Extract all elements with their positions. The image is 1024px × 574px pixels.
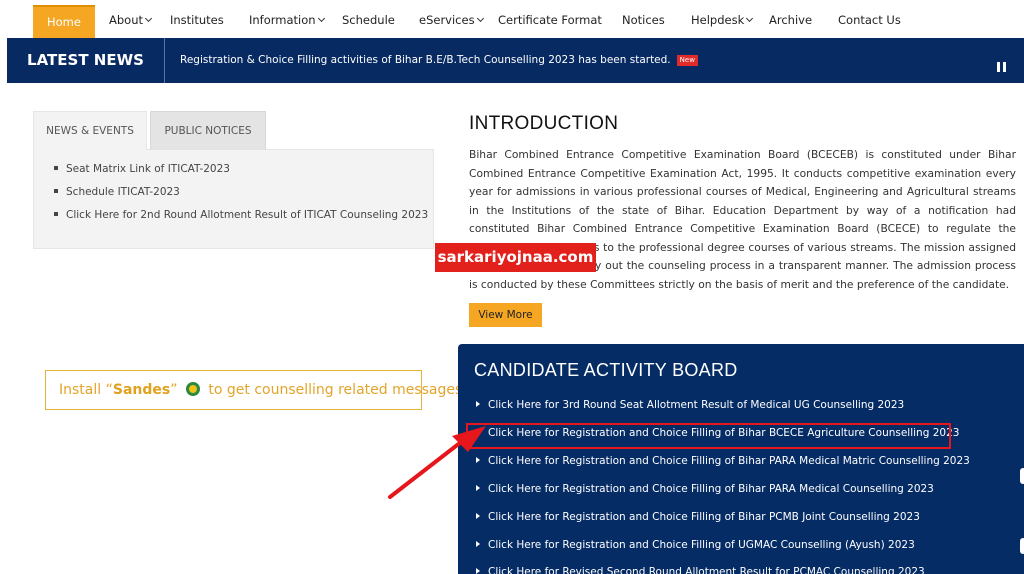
bullet-icon <box>54 189 58 193</box>
nav-information[interactable]: Information <box>249 5 325 38</box>
tab-news-events[interactable]: NEWS & EVENTS <box>33 111 147 150</box>
chevron-down-icon <box>476 14 484 23</box>
board-title: CANDIDATE ACTIVITY BOARD <box>474 360 738 380</box>
nav-certificate-format[interactable]: Certificate Format <box>498 5 602 38</box>
latest-news-bar: LATEST NEWS Registration & Choice Fillin… <box>7 38 1024 83</box>
caret-right-icon <box>476 513 480 519</box>
news-ticker-link[interactable]: Registration & Choice Filling activities… <box>180 38 698 83</box>
chevron-down-icon <box>746 14 754 23</box>
activity-link[interactable]: Click Here for Registration and Choice F… <box>476 455 970 467</box>
nav-notices[interactable]: Notices <box>622 5 665 38</box>
sandes-install-banner[interactable]: Install “Sandes” to get counselling rela… <box>45 370 467 410</box>
sandes-app-name: Sandes <box>112 382 171 398</box>
latest-news-label: LATEST NEWS <box>7 38 165 83</box>
bullet-icon <box>54 212 58 216</box>
nav-institutes[interactable]: Institutes <box>170 5 224 38</box>
scroll-indicator <box>1020 468 1024 484</box>
activity-link[interactable]: Click Here for Registration and Choice F… <box>476 483 934 495</box>
caret-right-icon <box>476 485 480 491</box>
new-badge: New <box>676 54 698 66</box>
chevron-down-icon <box>144 14 153 23</box>
caret-right-icon <box>476 541 480 547</box>
chevron-down-icon <box>317 14 325 23</box>
sandes-logo-icon <box>185 382 200 396</box>
nav-helpdesk[interactable]: Helpdesk <box>691 5 754 38</box>
activity-link[interactable]: Click Here for Registration and Choice F… <box>476 539 915 551</box>
top-navigation: Home About Institutes Information Schedu… <box>0 0 1024 38</box>
nav-about[interactable]: About <box>109 5 153 38</box>
nav-schedule[interactable]: Schedule <box>342 5 395 38</box>
view-more-button[interactable]: View More <box>469 303 542 327</box>
caret-right-icon <box>476 568 480 574</box>
pause-icon[interactable] <box>997 62 1006 72</box>
highlight-box <box>466 423 951 449</box>
notice-link[interactable]: Seat Matrix Link of ITICAT-2023 <box>54 163 230 175</box>
notice-link[interactable]: Click Here for 2nd Round Allotment Resul… <box>54 209 428 221</box>
nav-eservices[interactable]: eServices <box>419 5 484 38</box>
caret-right-icon <box>476 401 480 407</box>
intro-title: INTRODUCTION <box>469 113 619 134</box>
bullet-icon <box>54 166 58 170</box>
nav-archive[interactable]: Archive <box>769 5 812 38</box>
watermark-label: sarkariyojnaa.com <box>435 243 596 272</box>
nav-contact-us[interactable]: Contact Us <box>838 5 901 38</box>
caret-right-icon <box>476 457 480 463</box>
activity-link[interactable]: Click Here for Registration and Choice F… <box>476 511 920 523</box>
scroll-indicator <box>1020 538 1024 554</box>
notice-link[interactable]: Schedule ITICAT-2023 <box>54 186 180 198</box>
nav-home[interactable]: Home <box>33 5 95 38</box>
activity-link[interactable]: Click Here for Revised Second Round Allo… <box>476 566 925 574</box>
tab-public-notices[interactable]: PUBLIC NOTICES <box>150 111 266 150</box>
activity-link[interactable]: Click Here for 3rd Round Seat Allotment … <box>476 399 904 411</box>
